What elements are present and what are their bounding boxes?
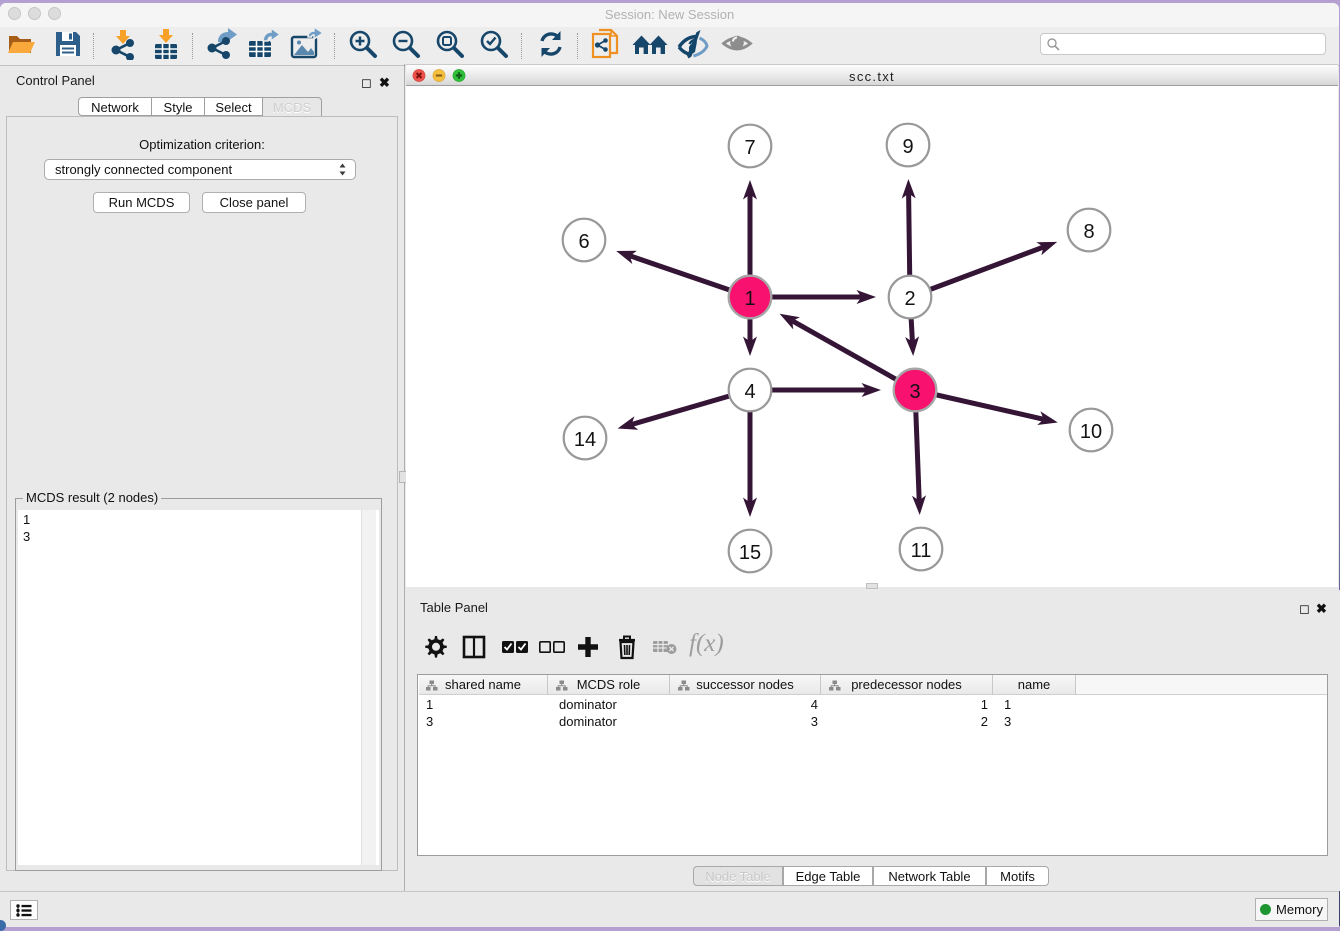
svg-text:7: 7	[744, 137, 755, 159]
svg-text:14: 14	[574, 429, 596, 451]
svg-text:10: 10	[1080, 421, 1102, 443]
svg-text:11: 11	[911, 540, 932, 562]
svg-text:6: 6	[578, 231, 589, 253]
svg-text:1: 1	[744, 288, 755, 310]
svg-text:4: 4	[744, 381, 755, 403]
svg-text:8: 8	[1083, 221, 1094, 243]
svg-text:15: 15	[739, 542, 761, 564]
svg-text:3: 3	[909, 381, 920, 403]
svg-text:9: 9	[902, 136, 913, 158]
svg-text:2: 2	[904, 288, 915, 310]
